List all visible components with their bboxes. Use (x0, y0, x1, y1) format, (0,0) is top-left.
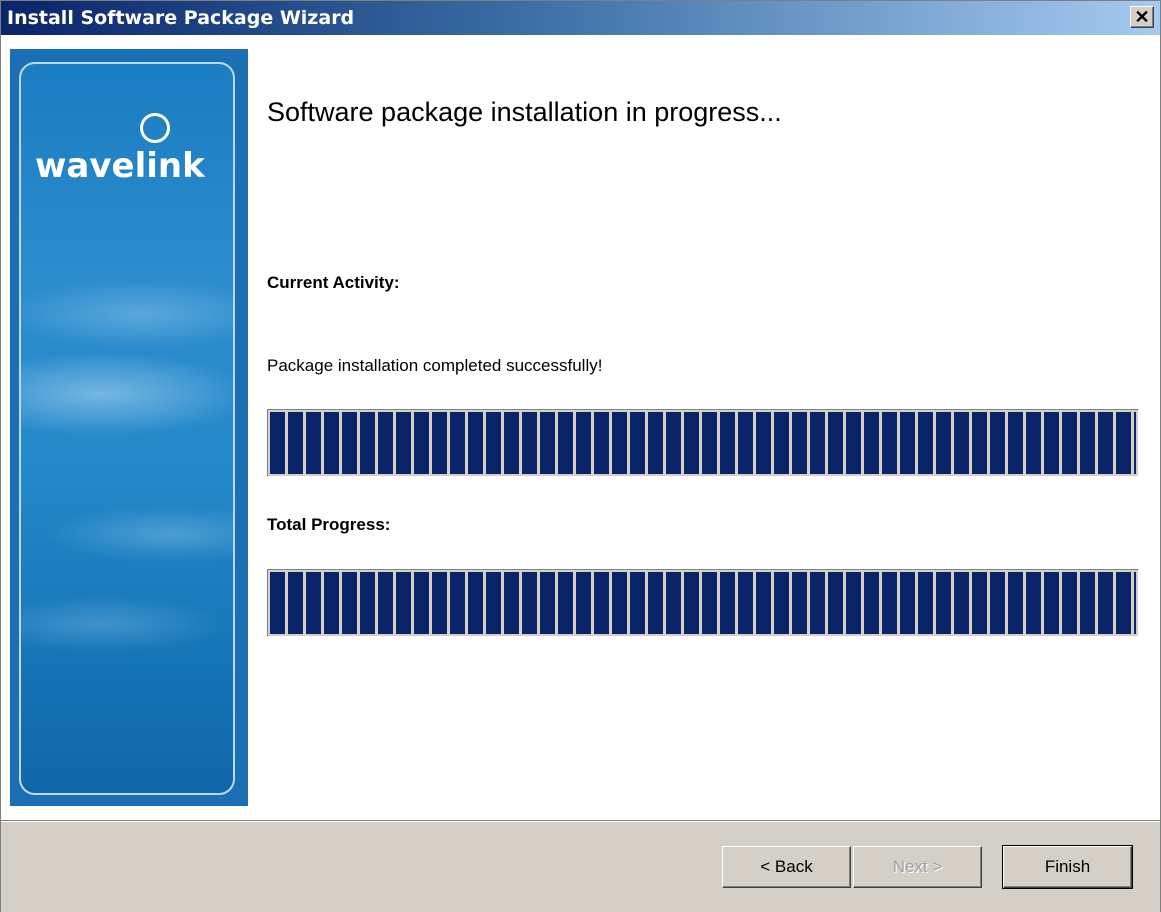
sidebar-artwork: wavelink (19, 62, 235, 795)
button-bar: < Back Next > Finish (1, 820, 1160, 912)
total-progress-bar (267, 569, 1139, 637)
footer-divider (1, 821, 1160, 822)
sidebar-banner: wavelink (10, 49, 248, 806)
logo-ring-icon (140, 113, 170, 143)
close-icon: ✕ (1134, 7, 1150, 27)
current-activity-text: Package installation completed successfu… (267, 356, 603, 375)
finish-button[interactable]: Finish (1002, 845, 1133, 889)
wizard-window: Install Software Package Wizard ✕ waveli… (0, 0, 1161, 912)
page-heading: Software package installation in progres… (267, 97, 782, 127)
back-button[interactable]: < Back (722, 846, 851, 888)
wavelink-logo: wavelink (35, 146, 205, 186)
title-bar[interactable]: Install Software Package Wizard ✕ (1, 1, 1160, 35)
total-progress-fill (270, 572, 1136, 634)
window-title: Install Software Package Wizard (7, 7, 355, 29)
current-activity-progress-bar (267, 409, 1139, 477)
current-activity-label: Current Activity: (267, 273, 400, 292)
current-activity-progress-fill (270, 412, 1136, 474)
total-progress-label: Total Progress: (267, 515, 391, 534)
next-button[interactable]: Next > (853, 846, 982, 888)
close-button[interactable]: ✕ (1130, 6, 1154, 28)
